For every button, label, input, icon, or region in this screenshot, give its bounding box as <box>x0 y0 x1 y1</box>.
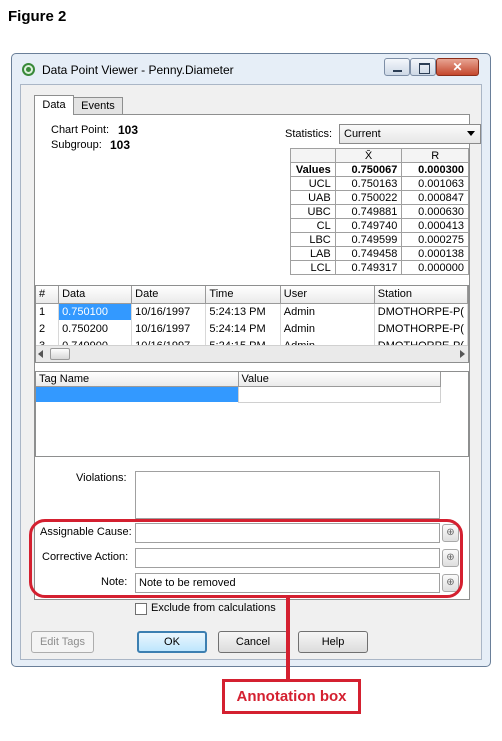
stats-row: UAB 0.750022 0.000847 <box>290 190 469 205</box>
user-cell[interactable]: Admin <box>280 320 375 337</box>
stats-xbar-value: 0.749740 <box>334 218 403 233</box>
column-header-user[interactable]: User <box>280 286 375 304</box>
statistics-table: X̄ R Values 0.750067 0.000300 UCL 0.7501… <box>290 148 469 275</box>
scroll-right-icon[interactable] <box>460 350 465 358</box>
stats-row: LBC 0.749599 0.000275 <box>290 232 469 247</box>
chart-point-label: Chart Point: <box>51 124 110 136</box>
title-bar[interactable]: Data Point Viewer - Penny.Diameter ✕ <box>12 54 490 84</box>
date-cell[interactable]: 10/16/1997 <box>131 303 207 320</box>
stats-xbar-value: 0.749317 <box>334 260 403 275</box>
column-header-number[interactable]: # <box>36 286 60 304</box>
stats-row: UCL 0.750163 0.001063 <box>290 176 469 191</box>
date-cell[interactable]: 10/16/1997 <box>131 320 207 337</box>
stats-row-name: UCL <box>290 176 336 191</box>
stats-row-name: UBC <box>290 204 336 219</box>
stats-row-name: LBC <box>290 232 336 247</box>
time-cell[interactable]: 5:24:14 PM <box>205 320 281 337</box>
stats-row-name: CL <box>290 218 336 233</box>
station-cell[interactable]: DMOTHORPE-P( <box>374 320 468 337</box>
data-cell[interactable]: 0.750200 <box>58 320 133 337</box>
user-cell[interactable]: Admin <box>280 303 375 320</box>
statistics-selected-value: Current <box>344 128 381 140</box>
chevron-down-icon <box>467 131 475 136</box>
app-icon <box>22 63 35 76</box>
stats-row-name: UAB <box>290 190 336 205</box>
stats-r-value: 0.000138 <box>401 246 469 261</box>
exclude-label: Exclude from calculations <box>151 602 276 614</box>
annotation-pointer-line <box>286 597 290 679</box>
chart-point-value: 103 <box>118 123 139 137</box>
tag-name-cell[interactable] <box>36 386 238 402</box>
tag-grid-table: Tag Name Value <box>36 372 441 403</box>
tag-value-cell[interactable] <box>237 385 441 403</box>
column-header-date[interactable]: Date <box>131 286 207 304</box>
stats-r-value: 0.000275 <box>401 232 469 247</box>
statistics-select[interactable]: Current <box>339 124 481 144</box>
stats-row: CL 0.749740 0.000413 <box>290 218 469 233</box>
data-grid-table: # Data Date Time User Station 1 0.750100 <box>36 286 468 354</box>
exclude-checkbox[interactable] <box>135 603 147 615</box>
minimize-button[interactable] <box>384 58 410 76</box>
stats-xbar-value: 0.749881 <box>334 204 403 219</box>
tab-events[interactable]: Events <box>73 97 123 114</box>
ok-button[interactable]: OK <box>137 631 207 653</box>
stats-r-value: 0.000300 <box>401 162 469 177</box>
subgroup-value: 103 <box>110 138 131 152</box>
violations-label: Violations: <box>76 472 127 484</box>
annotation-box-label: Annotation box <box>222 679 361 714</box>
column-header-data[interactable]: Data <box>58 286 133 304</box>
help-button[interactable]: Help <box>298 631 368 653</box>
stats-header-xbar: X̄ <box>334 148 403 163</box>
scroll-left-icon[interactable] <box>38 350 43 358</box>
row-number: 2 <box>36 320 60 337</box>
table-row[interactable]: 2 0.750200 10/16/1997 5:24:14 PM Admin D… <box>36 320 468 337</box>
subgroup-label: Subgroup: <box>51 139 102 151</box>
station-cell[interactable]: DMOTHORPE-P( <box>374 303 468 320</box>
window-title: Data Point Viewer - Penny.Diameter <box>42 63 234 77</box>
violations-list[interactable] <box>135 471 440 519</box>
data-cell[interactable]: 0.750100 <box>58 303 133 320</box>
column-header-tag-value[interactable]: Value <box>238 372 441 387</box>
figure-title: Figure 2 <box>8 8 67 25</box>
stats-row-name: Values <box>290 162 336 177</box>
column-header-tag-name[interactable]: Tag Name <box>36 372 239 387</box>
stats-xbar-value: 0.749599 <box>334 232 403 247</box>
column-header-time[interactable]: Time <box>205 286 281 304</box>
edit-tags-button[interactable]: Edit Tags <box>31 631 94 653</box>
stats-row: LCL 0.749317 0.000000 <box>290 260 469 275</box>
table-row[interactable] <box>36 385 441 403</box>
stats-xbar-value: 0.750022 <box>334 190 403 205</box>
maximize-button[interactable] <box>410 58 436 76</box>
stats-row-name: LAB <box>290 246 336 261</box>
stats-xbar-value: 0.750067 <box>334 162 403 177</box>
tag-grid[interactable]: Tag Name Value <box>35 371 469 457</box>
cancel-button[interactable]: Cancel <box>218 631 288 653</box>
stats-xbar-value: 0.749458 <box>334 246 403 261</box>
stats-header-r: R <box>401 148 469 163</box>
stats-r-value: 0.000847 <box>401 190 469 205</box>
table-row[interactable]: 1 0.750100 10/16/1997 5:24:13 PM Admin D… <box>36 303 468 320</box>
stats-r-value: 0.000000 <box>401 260 469 275</box>
stats-r-value: 0.000413 <box>401 218 469 233</box>
stats-xbar-value: 0.750163 <box>334 176 403 191</box>
stats-row: Values 0.750067 0.000300 <box>290 162 469 177</box>
time-cell[interactable]: 5:24:13 PM <box>205 303 281 320</box>
close-button[interactable]: ✕ <box>436 58 479 76</box>
tab-data[interactable]: Data <box>34 95 74 115</box>
stats-header-blank <box>290 148 336 163</box>
data-grid[interactable]: # Data Date Time User Station 1 0.750100 <box>35 285 469 363</box>
annotation-highlight-box <box>29 519 463 598</box>
stats-row: UBC 0.749881 0.000630 <box>290 204 469 219</box>
column-header-station[interactable]: Station <box>374 286 468 304</box>
scroll-thumb[interactable] <box>50 348 70 360</box>
close-icon: ✕ <box>452 60 463 74</box>
stats-r-value: 0.001063 <box>401 176 469 191</box>
stats-row: LAB 0.749458 0.000138 <box>290 246 469 261</box>
statistics-label: Statistics: <box>285 128 333 140</box>
stats-row-name: LCL <box>290 260 336 275</box>
horizontal-scrollbar[interactable] <box>36 345 468 362</box>
row-number: 1 <box>36 303 60 320</box>
stats-r-value: 0.000630 <box>401 204 469 219</box>
